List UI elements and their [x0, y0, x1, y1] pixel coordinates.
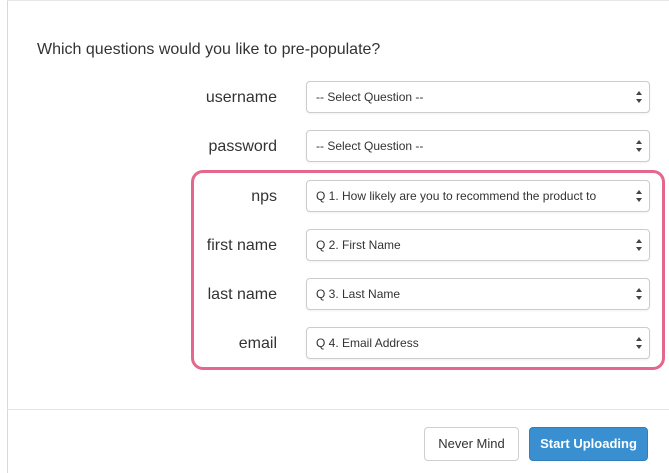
field-label-last-name: last name — [207, 286, 277, 303]
prepopulate-dialog: Which questions would you like to pre-po… — [0, 0, 669, 473]
sort-arrows-icon — [636, 91, 642, 103]
footer-divider — [7, 409, 669, 410]
field-label-email: email — [238, 335, 277, 352]
select-first-name-value: Q 2. First Name — [316, 238, 401, 252]
field-label-password: password — [208, 138, 277, 155]
field-label-first-name: first name — [206, 237, 277, 254]
dialog-title: Which questions would you like to pre-po… — [37, 41, 381, 58]
select-password-value: -- Select Question -- — [316, 139, 424, 153]
start-uploading-button[interactable]: Start Uploading — [529, 427, 648, 461]
select-last-name[interactable]: Q 3. Last Name — [306, 278, 650, 310]
never-mind-button[interactable]: Never Mind — [424, 427, 519, 461]
field-label-username: username — [205, 89, 277, 106]
select-email-value: Q 4. Email Address — [316, 336, 419, 350]
sort-arrows-icon — [636, 288, 642, 300]
select-password[interactable]: -- Select Question -- — [306, 130, 650, 162]
select-first-name[interactable]: Q 2. First Name — [306, 229, 650, 261]
select-username-value: -- Select Question -- — [316, 90, 424, 104]
sort-arrows-icon — [636, 140, 642, 152]
sort-arrows-icon — [636, 239, 642, 251]
select-username[interactable]: -- Select Question -- — [306, 81, 650, 113]
dialog-border-left — [7, 0, 8, 473]
sort-arrows-icon — [636, 337, 642, 349]
select-email[interactable]: Q 4. Email Address — [306, 327, 650, 359]
select-nps[interactable]: Q 1. How likely are you to recommend the… — [306, 180, 650, 212]
field-label-nps: nps — [251, 188, 277, 205]
sort-arrows-icon — [636, 190, 642, 202]
select-last-name-value: Q 3. Last Name — [316, 287, 401, 301]
dialog-border-top — [7, 0, 669, 1]
select-nps-value: Q 1. How likely are you to recommend the… — [316, 189, 597, 203]
